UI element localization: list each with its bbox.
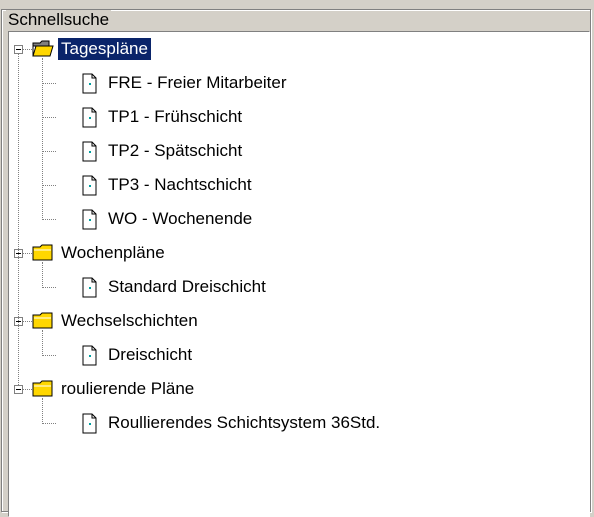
- tree-content: Tagespläne FRE - Freier Mitarbeiter TP1 - …: [9, 32, 589, 516]
- tree-item-label: Dreischicht: [108, 345, 193, 364]
- tree-connector: [42, 262, 43, 288]
- tree-connector: [42, 151, 56, 152]
- document-icon: [78, 72, 100, 99]
- tree-item-label: Roullierendes Schichtsystem 36Std.: [108, 413, 381, 432]
- tree-item-label: TP1 - Frühschicht: [108, 107, 243, 126]
- groupbox-title: Schnellsuche: [6, 10, 112, 29]
- tree-connector: [42, 83, 56, 84]
- tree-connector: [42, 330, 43, 356]
- tree-item-label: TP2 - Spätschicht: [108, 141, 243, 160]
- tree-connector: [23, 49, 32, 50]
- tree-folder-label: Tagespläne: [58, 38, 151, 60]
- tree-view[interactable]: Tagespläne FRE - Freier Mitarbeiter TP1 - …: [8, 31, 590, 517]
- document-icon: [78, 412, 100, 439]
- tree-item[interactable]: FRE - Freier Mitarbeiter: [9, 66, 589, 100]
- document-icon: [78, 276, 100, 303]
- document-icon: [78, 140, 100, 167]
- quick-search-groupbox: Schnellsuche Tagespläne FRE - Freier Mita…: [1, 9, 591, 517]
- tree-item[interactable]: TP2 - Spätschicht: [9, 134, 589, 168]
- tree-connector: [42, 423, 56, 424]
- folder-closed-icon: [32, 309, 54, 336]
- tree-item[interactable]: Standard Dreischicht: [9, 270, 589, 304]
- tree-item[interactable]: WO - Wochenende: [9, 202, 589, 236]
- tree-folder-0[interactable]: Tagespläne: [9, 32, 589, 66]
- tree-item-label: WO - Wochenende: [108, 209, 253, 228]
- document-icon: [78, 106, 100, 133]
- tree-item-label: Standard Dreischicht: [108, 277, 266, 296]
- tree-connector: [42, 185, 56, 186]
- tree-connector: [42, 117, 56, 118]
- tree-folder-label: Wechselschichten: [61, 311, 198, 330]
- tree-folder-2[interactable]: Wechselschichten: [9, 304, 589, 338]
- document-icon: [78, 174, 100, 201]
- tree-connector: [42, 58, 43, 220]
- folder-closed-icon: [32, 377, 54, 404]
- tree-item[interactable]: Roullierendes Schichtsystem 36Std.: [9, 406, 589, 440]
- tree-connector: [23, 321, 32, 322]
- tree-connector: [18, 54, 19, 385]
- tree-connector: [23, 253, 32, 254]
- tree-item[interactable]: TP1 - Frühschicht: [9, 100, 589, 134]
- tree-folder-1[interactable]: Wochenpläne: [9, 236, 589, 270]
- collapse-toggle[interactable]: [14, 385, 23, 394]
- tree-connector: [42, 219, 56, 220]
- tree-connector: [42, 398, 43, 424]
- tree-folder-label: Wochenpläne: [61, 243, 165, 262]
- collapse-toggle[interactable]: [14, 45, 23, 54]
- tree-folder-label: roulierende Pläne: [61, 379, 195, 398]
- tree-folder-3[interactable]: roulierende Pläne: [9, 372, 589, 406]
- tree-item-label: TP3 - Nachtschicht: [108, 175, 252, 194]
- tree-item[interactable]: Dreischicht: [9, 338, 589, 372]
- folder-closed-icon: [32, 241, 54, 268]
- tree-connector: [23, 389, 32, 390]
- tree-connector: [42, 355, 56, 356]
- document-icon: [78, 208, 100, 235]
- document-icon: [78, 344, 100, 371]
- tree-connector: [42, 287, 56, 288]
- tree-item-label: FRE - Freier Mitarbeiter: [108, 73, 287, 92]
- tree-item[interactable]: TP3 - Nachtschicht: [9, 168, 589, 202]
- folder-open-icon: [32, 37, 54, 64]
